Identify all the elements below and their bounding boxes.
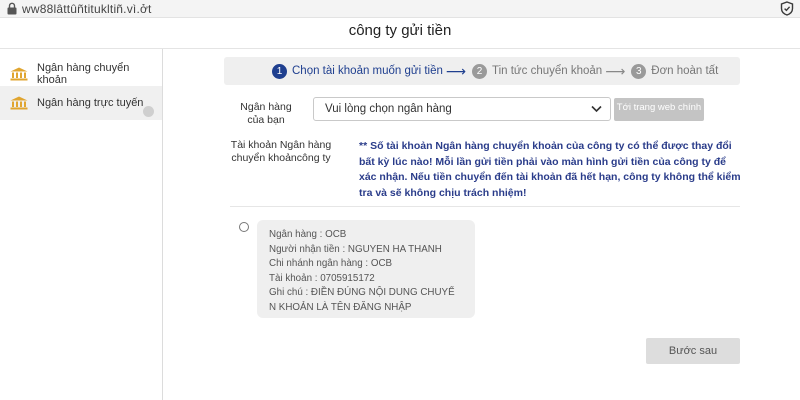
bank-label: Ngân hàng của bạn <box>231 101 301 127</box>
company-account-label: Tài khoản Ngân hàng chuyển khoảncông ty <box>226 139 336 165</box>
account-card[interactable]: Ngân hàng : OCB Người nhận tiền : NGUYEN… <box>257 220 475 318</box>
step-label: Đơn hoàn tất <box>651 65 719 77</box>
sidebar: Ngân hàng chuyển khoản Ngân hàng trực tu… <box>0 49 163 400</box>
account-note: Ghi chú : ĐIỀN ĐÚNG NỘI DUNG CHUYỂ <box>269 287 455 298</box>
arrow-right-icon: ⟶ <box>445 63 466 79</box>
company-account-label-line: chuyển khoảncông ty <box>231 152 331 164</box>
sidebar-item-label: Ngân hàng chuyển khoản <box>37 62 130 86</box>
browser-bar: ww88lâttûñtitukltiñ.vì.ởt <box>0 0 800 18</box>
bank-select-value: Vui lòng chọn ngân hàng <box>325 103 452 115</box>
go-to-website-button[interactable]: Tới trang web chính <box>614 98 704 121</box>
step-number: 2 <box>471 63 487 79</box>
lock-icon <box>7 2 17 15</box>
chevron-down-icon <box>591 105 602 113</box>
step-2: 2 Tin tức chuyển khoản <box>471 63 603 79</box>
step-label: Tin tức chuyển khoản <box>491 65 603 77</box>
bank-icon <box>10 67 28 81</box>
shield-icon[interactable] <box>780 1 794 16</box>
account-number: Tài khoản : 0705915172 <box>269 272 375 284</box>
step-3: 3 Đơn hoàn tất <box>631 63 719 79</box>
account-branch: Chi nhánh ngân hàng : OCB <box>269 258 393 269</box>
steps-bar: 1 Chọn tài khoản muốn gửi tiền ⟶ 2 Tin t… <box>224 57 740 85</box>
divider <box>230 206 740 207</box>
account-recipient: Người nhận tiền : NGUYEN HA THANH <box>269 243 442 255</box>
bank-icon <box>10 96 28 110</box>
account-note-cont: N KHOẢN LÀ TÊN ĐĂNG NHẬP <box>269 301 412 313</box>
sidebar-item-label: Ngân hàng trực tuyến <box>37 97 144 109</box>
step-1: 1 Chọn tài khoản muốn gửi tiền <box>272 63 443 79</box>
sidebar-item-online-banking[interactable]: Ngân hàng trực tuyến <box>0 86 162 120</box>
selected-indicator <box>143 106 154 117</box>
company-account-label-line: Tài khoản Ngân hàng <box>230 139 332 151</box>
bank-label-line: của bạn <box>247 114 285 126</box>
bank-select[interactable]: Vui lòng chọn ngân hàng <box>313 97 611 121</box>
bank-label-line: Ngân hàng <box>240 101 292 113</box>
account-bank: Ngân hàng : OCB <box>269 229 347 240</box>
account-notice: ** Số tài khoản Ngân hàng chuyển khoản c… <box>359 140 741 200</box>
page-title: công ty gửi tiền <box>348 22 452 39</box>
step-label: Chọn tài khoản muốn gửi tiền <box>292 65 443 77</box>
address-bar[interactable]: ww88lâttûñtitukltiñ.vì.ởt <box>22 2 152 16</box>
arrow-right-icon: ⟶ <box>605 63 626 79</box>
account-radio[interactable] <box>239 222 249 232</box>
step-number: 3 <box>631 63 647 79</box>
step-number: 1 <box>272 63 287 79</box>
next-step-button[interactable]: Bước sau <box>646 338 740 364</box>
